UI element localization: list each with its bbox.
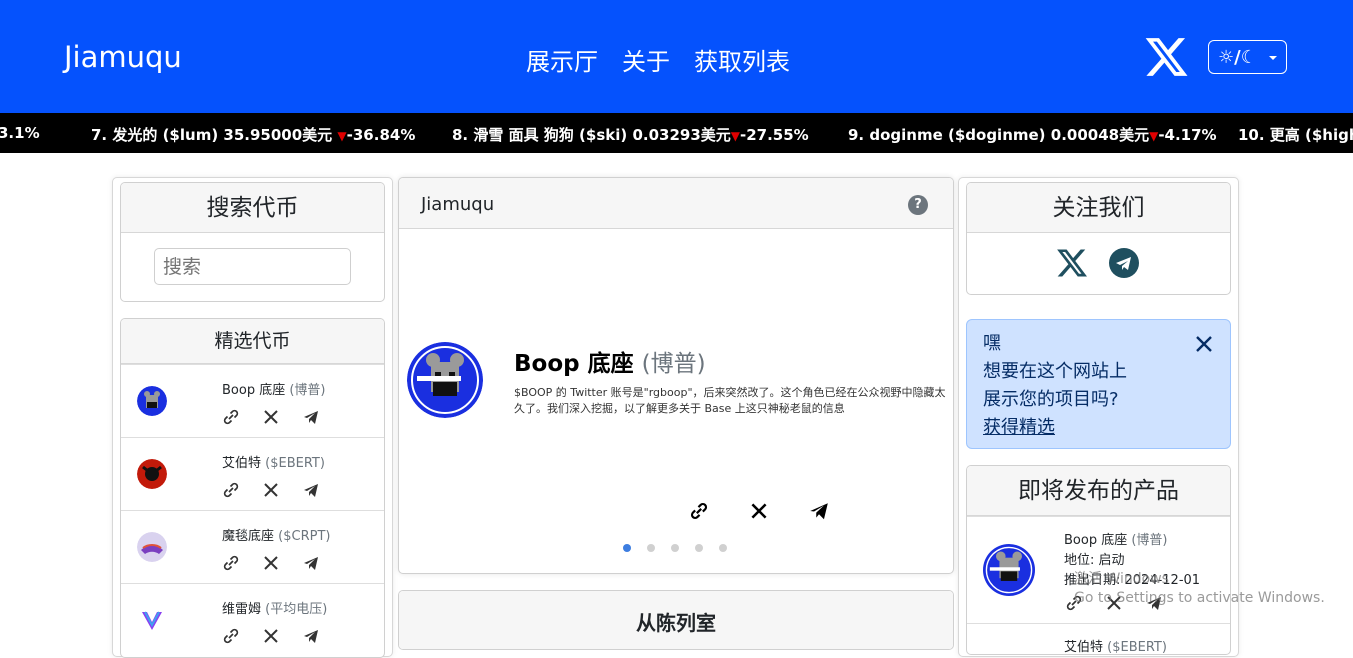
carousel-card: Jiamuqu ? Boop 底座 (博普) $BOOP 的 Twitter 账… bbox=[398, 177, 954, 574]
telegram-icon[interactable] bbox=[301, 553, 321, 573]
telegram-icon[interactable] bbox=[1109, 248, 1139, 278]
promo-line: 嘿 bbox=[983, 333, 1001, 354]
featured-card: 精选代币 Boop 底座 (博普) 艾伯特 ($EBERT) 魔毯底座 ($CR… bbox=[120, 318, 385, 658]
nav-about[interactable]: 关于 bbox=[622, 42, 670, 77]
get-featured-link[interactable]: 获得精选 bbox=[983, 417, 1055, 438]
brand-logo[interactable]: Jiamuqu bbox=[64, 40, 182, 74]
nav-links: 展示厅 关于 获取列表 bbox=[526, 42, 790, 77]
upcoming-card: 即将发布的产品 Boop 底座 (博普) 地位: 启动 推出日期: 2024-1… bbox=[966, 465, 1231, 655]
ticker-item[interactable]: 10. 更高 ($highe bbox=[1238, 124, 1353, 145]
x-twitter-icon[interactable] bbox=[261, 407, 281, 427]
carousel-dot[interactable] bbox=[623, 544, 631, 552]
coin-name: 艾伯特 ($EBERT) bbox=[222, 456, 325, 471]
nav-get-listed[interactable]: 获取列表 bbox=[694, 42, 790, 77]
telegram-icon[interactable] bbox=[808, 500, 830, 522]
carousel-indicators bbox=[623, 544, 727, 552]
upcoming-title: 即将发布的产品 bbox=[967, 466, 1230, 516]
featured-coin-name: Boop 底座 (博普) bbox=[514, 351, 706, 377]
ebert-logo bbox=[137, 459, 167, 489]
link-icon[interactable] bbox=[221, 626, 241, 646]
carousel-title: Jiamuqu bbox=[421, 194, 495, 215]
x-twitter-icon[interactable] bbox=[1144, 36, 1189, 78]
telegram-icon[interactable] bbox=[301, 407, 321, 427]
navbar: Jiamuqu 展示厅 关于 获取列表 ☼/☾ bbox=[0, 0, 1353, 113]
close-icon[interactable] bbox=[1194, 334, 1214, 354]
windows-watermark-title: 激活 Windows bbox=[1074, 571, 1169, 587]
follow-card: 关注我们 bbox=[966, 182, 1231, 295]
featured-social-links bbox=[688, 500, 830, 522]
x-twitter-icon[interactable] bbox=[261, 553, 281, 573]
ticker-item[interactable]: 8. 滑雪 面具 狗狗 ($ski) 0.03293美元▼-27.55% bbox=[452, 124, 809, 145]
ticker-item[interactable]: 3.1% bbox=[0, 124, 40, 142]
carousel-header: Jiamuqu ? bbox=[399, 178, 953, 229]
carousel-dot[interactable] bbox=[695, 544, 703, 552]
list-item[interactable]: 魔毯底座 ($CRPT) bbox=[121, 510, 384, 583]
help-icon[interactable]: ? bbox=[908, 195, 928, 215]
boop-logo bbox=[137, 386, 167, 416]
chevron-down-icon bbox=[1269, 56, 1277, 60]
carousel-dot[interactable] bbox=[719, 544, 727, 552]
crpt-logo bbox=[137, 532, 167, 562]
x-twitter-icon[interactable] bbox=[261, 626, 281, 646]
ticker-item[interactable]: 9. doginme ($doginme) 0.00048美元▼-4.17% bbox=[848, 124, 1217, 145]
featured-coin-description: $BOOP 的 Twitter 账号是"rgboop"，后来突然改了。这个角色已… bbox=[514, 386, 946, 415]
price-ticker: 3.1% 7. 发光的 ($lum) 35.95000美元 ▼-36.84% 8… bbox=[0, 113, 1353, 153]
down-arrow-icon: ▼ bbox=[730, 129, 740, 143]
nav-showroom[interactable]: 展示厅 bbox=[526, 42, 598, 77]
down-arrow-icon: ▼ bbox=[1149, 129, 1159, 143]
theme-toggle-button[interactable]: ☼/☾ bbox=[1208, 40, 1287, 74]
featured-title: 精选代币 bbox=[121, 319, 384, 364]
link-icon[interactable] bbox=[221, 407, 241, 427]
link-icon[interactable] bbox=[688, 500, 710, 522]
theme-toggle-label: ☼/☾ bbox=[1218, 46, 1257, 68]
showroom-title: 从陈列室 bbox=[399, 591, 953, 649]
boop-logo[interactable] bbox=[407, 342, 483, 418]
search-title: 搜索代币 bbox=[121, 183, 384, 233]
coin-name: 维雷姆 (平均电压) bbox=[222, 602, 328, 617]
carousel-dot[interactable] bbox=[671, 544, 679, 552]
windows-watermark-subtitle: Go to Settings to activate Windows. bbox=[1074, 590, 1325, 606]
x-twitter-icon[interactable] bbox=[1057, 248, 1087, 278]
search-card: 搜索代币 bbox=[120, 182, 385, 302]
promo-line: 想要在这个网站上 bbox=[983, 361, 1127, 382]
telegram-icon[interactable] bbox=[301, 480, 321, 500]
x-twitter-icon[interactable] bbox=[748, 500, 770, 522]
coin-name: 魔毯底座 ($CRPT) bbox=[222, 529, 331, 544]
link-icon[interactable] bbox=[221, 553, 241, 573]
upcoming-details: 艾伯特 ($EBERT) bbox=[1064, 640, 1167, 655]
boop-logo bbox=[983, 544, 1035, 596]
list-item[interactable]: 维雷姆 (平均电压) bbox=[121, 583, 384, 656]
ticker-item[interactable]: 7. 发光的 ($lum) 35.95000美元 ▼-36.84% bbox=[91, 124, 415, 145]
follow-title: 关注我们 bbox=[967, 183, 1230, 233]
x-twitter-icon[interactable] bbox=[261, 480, 281, 500]
promo-line: 展示您的项目吗? bbox=[983, 389, 1119, 410]
list-item[interactable]: 艾伯特 ($EBERT) bbox=[121, 437, 384, 510]
list-item[interactable]: Boop 底座 (博普) bbox=[121, 364, 384, 437]
telegram-icon[interactable] bbox=[301, 626, 321, 646]
search-input[interactable] bbox=[154, 248, 351, 285]
down-arrow-icon: ▼ bbox=[337, 129, 347, 143]
promo-alert: 嘿 想要在这个网站上 展示您的项目吗? 获得精选 bbox=[966, 319, 1231, 449]
link-icon[interactable] bbox=[221, 480, 241, 500]
list-item[interactable]: 艾伯特 ($EBERT) bbox=[967, 623, 1230, 655]
showroom-card: 从陈列室 bbox=[398, 590, 954, 650]
vrm-logo bbox=[142, 611, 162, 630]
left-column: 搜索代币 精选代币 Boop 底座 (博普) 艾伯特 ($EBERT) 魔毯 bbox=[112, 177, 393, 658]
carousel-dot[interactable] bbox=[647, 544, 655, 552]
coin-name: Boop 底座 (博普) bbox=[222, 383, 326, 398]
